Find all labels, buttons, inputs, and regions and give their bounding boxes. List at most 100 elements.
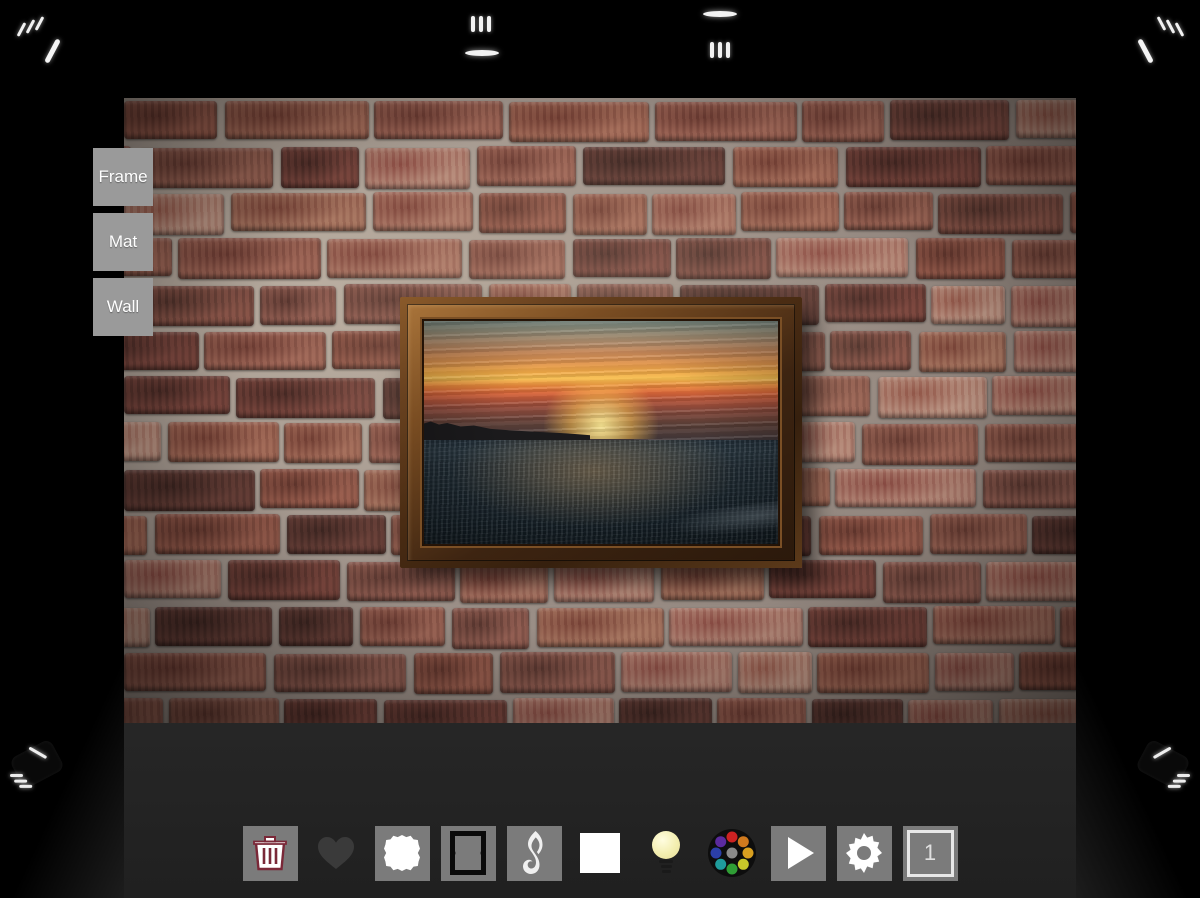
brick: [583, 147, 725, 185]
brick: [124, 101, 217, 139]
brick: [817, 653, 929, 693]
brick: [287, 515, 386, 554]
brick: [819, 516, 923, 555]
settings-button[interactable]: [836, 825, 892, 881]
photo-vignette: [424, 321, 778, 544]
brick: [717, 698, 806, 723]
brick: [986, 146, 1076, 185]
brick: [930, 514, 1027, 554]
light-streak-icon: [44, 38, 61, 64]
brick: [139, 148, 273, 188]
brick: [919, 332, 1006, 372]
page-count-button[interactable]: 1: [902, 825, 958, 881]
count-badge-icon: 1: [906, 829, 954, 877]
ceiling-light-center-right[interactable]: [670, 0, 790, 80]
brick: [890, 100, 1009, 140]
music-note-icon: [523, 831, 543, 874]
lamp-ray-icon: [1172, 779, 1186, 783]
brick: [124, 422, 161, 461]
light-streak-icon: [1137, 38, 1154, 64]
brick: [155, 514, 280, 554]
light-ray-icon: [479, 16, 483, 32]
brick: [1019, 652, 1076, 690]
background-button[interactable]: [573, 826, 628, 881]
ceiling-light-center-left[interactable]: [440, 0, 560, 80]
brick: [284, 699, 377, 723]
side-tab-frame[interactable]: Frame: [93, 148, 153, 206]
trash-icon: [253, 836, 287, 871]
brick: [231, 193, 366, 231]
brick: [983, 470, 1076, 508]
bottom-toolbar: 1: [0, 808, 1200, 898]
brick: [169, 698, 279, 723]
brick: [236, 378, 375, 418]
side-tab-mat-label: Mat: [108, 232, 138, 251]
brick: [776, 238, 908, 277]
brick: [862, 424, 978, 465]
music-button[interactable]: [506, 825, 562, 881]
brick: [908, 700, 993, 723]
brick: [825, 284, 926, 322]
lighting-button[interactable]: [639, 826, 694, 881]
frame-icon: [450, 831, 486, 875]
lamp-ray-icon: [19, 784, 33, 788]
page-count-label: 1: [923, 840, 937, 865]
brick: [384, 700, 507, 723]
brick: [883, 562, 981, 603]
brick: [460, 562, 548, 603]
brick: [452, 608, 529, 649]
light-ray-icon: [16, 22, 27, 37]
lamp-highlight-icon: [28, 746, 48, 760]
bulb-base: [659, 860, 673, 863]
brick: [124, 653, 266, 691]
lamp-highlight-icon: [1152, 746, 1172, 760]
brick-row: [124, 98, 1076, 144]
light-ray-icon: [726, 42, 730, 58]
light-disc-icon: [465, 50, 499, 56]
side-tab-wall-label: Wall: [106, 297, 140, 316]
brick: [365, 148, 470, 189]
artwork-photo[interactable]: [424, 321, 778, 544]
light-ray-icon: [471, 16, 475, 32]
ceiling-light-left[interactable]: [0, 0, 120, 80]
brick: [916, 238, 1005, 279]
side-tab-wall[interactable]: Wall: [93, 278, 153, 336]
color-button[interactable]: [705, 826, 760, 881]
side-tab-mat[interactable]: Mat: [93, 213, 153, 271]
lamp-ray-icon: [14, 779, 28, 783]
brick: [931, 286, 1005, 324]
brick: [933, 606, 1055, 644]
brick: [260, 469, 359, 508]
light-ray-icon: [1156, 16, 1167, 31]
brick: [938, 194, 1063, 234]
frame-button[interactable]: [440, 825, 496, 881]
brick: [500, 652, 615, 693]
framed-artwork[interactable]: [400, 297, 802, 568]
bulb-base: [661, 865, 672, 868]
mat-icon: [384, 835, 420, 871]
brick: [573, 239, 671, 277]
play-icon: [788, 837, 814, 869]
brick: [1012, 240, 1076, 278]
ceiling-light-right[interactable]: [1090, 0, 1200, 80]
delete-button[interactable]: [242, 825, 298, 881]
brick: [274, 654, 406, 692]
brick: [554, 562, 654, 602]
brick: [619, 698, 712, 723]
brick: [846, 147, 981, 187]
brick: [228, 560, 340, 600]
brick-row: [124, 190, 1076, 236]
brick: [1011, 286, 1076, 327]
brick: [124, 698, 163, 723]
brick: [669, 608, 803, 646]
mat-button[interactable]: [374, 825, 430, 881]
brick: [225, 101, 369, 139]
slideshow-button[interactable]: [770, 825, 826, 881]
picture-frame[interactable]: [400, 297, 802, 568]
brick: [652, 194, 736, 235]
brick-row: [124, 236, 1076, 282]
brick: [477, 146, 576, 186]
favorite-button[interactable]: [309, 826, 364, 881]
brick: [327, 239, 462, 278]
brick: [260, 286, 336, 325]
